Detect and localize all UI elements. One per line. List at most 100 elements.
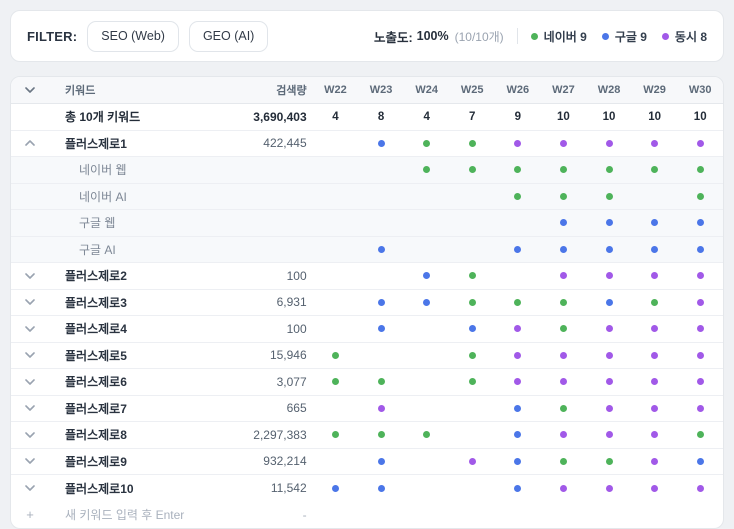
keyword-row[interactable]: 플러스제로4 100 <box>11 316 723 343</box>
rank-dot-both <box>514 325 521 332</box>
week-cell <box>586 299 632 306</box>
week-cell <box>541 485 587 492</box>
legend-label-google: 구글 9 <box>615 28 647 45</box>
row-expand-toggle[interactable] <box>11 485 49 491</box>
legend-item-naver: 네이버 9 <box>531 28 587 45</box>
row-expand-toggle[interactable] <box>11 299 49 305</box>
rank-dot-naver <box>378 431 385 438</box>
week-cell <box>677 246 723 253</box>
week-cell <box>677 325 723 332</box>
rank-dot-google <box>332 485 339 492</box>
row-expand-toggle[interactable] <box>11 458 49 464</box>
rank-dot-google <box>697 246 704 253</box>
rank-dot-naver <box>332 352 339 359</box>
week-cell <box>358 325 404 332</box>
keyword-row[interactable]: 플러스제로1 422,445 <box>11 131 723 158</box>
keyword-volume: 422,445 <box>203 136 313 150</box>
add-keyword-icon: + <box>11 507 49 522</box>
rank-dot-naver <box>514 166 521 173</box>
week-cell <box>677 352 723 359</box>
week-cell <box>541 325 587 332</box>
keyword-row[interactable]: 플러스제로7 665 <box>11 396 723 423</box>
week-cell <box>541 405 587 412</box>
row-expand-toggle[interactable] <box>11 140 49 146</box>
rank-dot-google <box>651 219 658 226</box>
week-cell <box>495 431 541 438</box>
week-cell <box>586 193 632 200</box>
keyword-row[interactable]: 플러스제로2 100 <box>11 263 723 290</box>
naver-dot-icon <box>531 33 538 40</box>
week-cell <box>677 193 723 200</box>
rank-dot-naver <box>469 272 476 279</box>
channel-subrow[interactable]: 네이버 AI <box>11 184 723 211</box>
row-expand-toggle[interactable] <box>11 273 49 279</box>
channel-subrow[interactable]: 구글 웹 <box>11 210 723 237</box>
week-cell <box>495 299 541 306</box>
rank-dot-both <box>514 140 521 147</box>
channel-subrow[interactable]: 네이버 웹 <box>11 157 723 184</box>
keyword-name: 플러스제로3 <box>49 294 203 311</box>
row-expand-toggle[interactable] <box>11 405 49 411</box>
chevron-up-icon <box>25 140 35 146</box>
keyword-volume: 6,931 <box>203 295 313 309</box>
row-expand-toggle[interactable] <box>11 379 49 385</box>
week-cell <box>632 458 678 465</box>
rank-dot-google <box>697 219 704 226</box>
week-cell <box>632 378 678 385</box>
week-cell <box>404 140 450 147</box>
rank-dot-both <box>651 352 658 359</box>
rank-dot-both <box>606 325 613 332</box>
filter-button-geo-ai[interactable]: GEO (AI) <box>189 21 268 52</box>
week-cell <box>632 140 678 147</box>
row-expand-toggle[interactable] <box>11 352 49 358</box>
rank-dot-google <box>606 246 613 253</box>
week-cell <box>677 405 723 412</box>
legend: 네이버 9 구글 9 동시 8 <box>531 28 707 45</box>
keyword-name: 플러스제로1 <box>49 135 203 152</box>
keyword-name: 플러스제로6 <box>49 373 203 390</box>
week-cell <box>586 219 632 226</box>
collapse-all-toggle[interactable] <box>11 87 49 93</box>
keyword-row[interactable]: 플러스제로9 932,214 <box>11 449 723 476</box>
week-cell <box>495 485 541 492</box>
keyword-row[interactable]: 플러스제로10 11,542 <box>11 475 723 502</box>
keyword-row[interactable]: 플러스제로3 6,931 <box>11 290 723 317</box>
rank-dot-naver <box>697 431 704 438</box>
week-cell <box>449 140 495 147</box>
rank-dot-google <box>514 485 521 492</box>
channel-subrow[interactable]: 구글 AI <box>11 237 723 264</box>
rank-dot-both <box>560 431 567 438</box>
total-row: 총 10개 키워드 3,690,403 4 8 4 7 9 10 10 10 1… <box>11 104 723 131</box>
rank-dot-naver <box>697 193 704 200</box>
week-cell <box>586 458 632 465</box>
week-cell <box>313 431 359 438</box>
week-cell <box>358 140 404 147</box>
week-cell <box>358 378 404 385</box>
row-expand-toggle[interactable] <box>11 432 49 438</box>
rank-dot-naver <box>423 431 430 438</box>
google-dot-icon <box>602 33 609 40</box>
week-cell <box>586 325 632 332</box>
total-week-count: 9 <box>495 111 541 123</box>
total-week-count: 4 <box>313 111 359 123</box>
rank-dot-naver <box>469 299 476 306</box>
keyword-row[interactable]: 플러스제로6 3,077 <box>11 369 723 396</box>
week-cell <box>541 272 587 279</box>
legend-label-naver: 네이버 9 <box>544 28 587 45</box>
column-header-week: W30 <box>677 84 723 96</box>
chevron-down-icon <box>25 87 35 93</box>
week-cell <box>632 166 678 173</box>
week-cell <box>541 140 587 147</box>
both-dot-icon <box>662 33 669 40</box>
rank-dot-naver <box>560 405 567 412</box>
new-keyword-row[interactable]: + 새 키워드 입력 후 Enter - <box>11 502 723 529</box>
row-expand-toggle[interactable] <box>11 326 49 332</box>
rank-dot-both <box>514 352 521 359</box>
keyword-row[interactable]: 플러스제로5 15,946 <box>11 343 723 370</box>
keyword-row[interactable]: 플러스제로8 2,297,383 <box>11 422 723 449</box>
rank-dot-naver <box>332 431 339 438</box>
filter-button-seo-web[interactable]: SEO (Web) <box>87 21 179 52</box>
rank-dot-google <box>378 485 385 492</box>
total-week-count: 10 <box>632 111 678 123</box>
rank-dot-google <box>378 325 385 332</box>
